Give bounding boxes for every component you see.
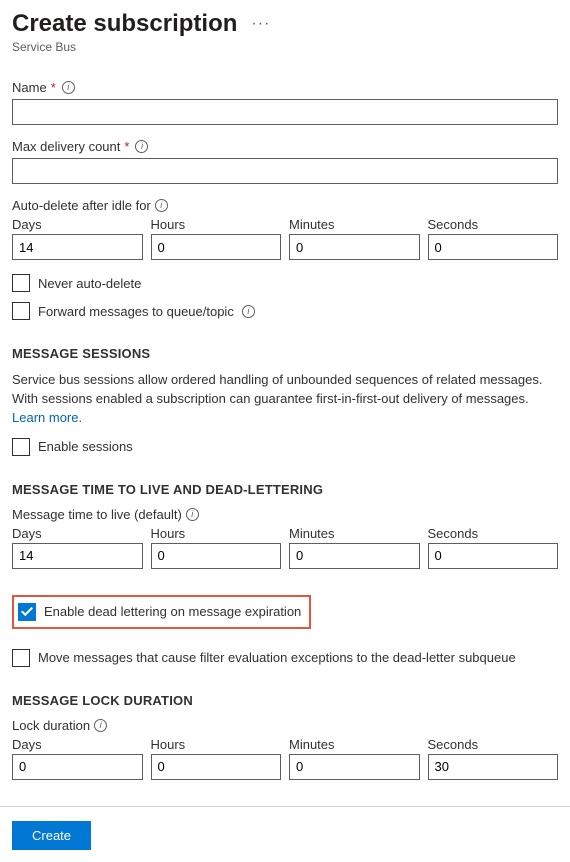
seconds-label: Seconds — [428, 737, 559, 752]
ttl-seconds-input[interactable] — [428, 543, 559, 569]
create-button[interactable]: Create — [12, 821, 91, 850]
never-auto-delete-label: Never auto-delete — [38, 276, 141, 291]
enable-sessions-checkbox[interactable] — [12, 438, 30, 456]
enable-dead-lettering-label: Enable dead lettering on message expirat… — [44, 604, 301, 619]
ttl-hours-input[interactable] — [151, 543, 282, 569]
move-exceptions-checkbox[interactable] — [12, 649, 30, 667]
lock-days-input[interactable] — [12, 754, 143, 780]
info-icon[interactable]: i — [186, 508, 199, 521]
ttl-minutes-input[interactable] — [289, 543, 420, 569]
minutes-label: Minutes — [289, 526, 420, 541]
info-icon[interactable]: i — [135, 140, 148, 153]
days-label: Days — [12, 737, 143, 752]
lock-duration-label: Lock duration — [12, 718, 90, 733]
ttl-days-input[interactable] — [12, 543, 143, 569]
name-input[interactable] — [12, 99, 558, 125]
info-icon[interactable]: i — [62, 81, 75, 94]
info-icon[interactable]: i — [94, 719, 107, 732]
enable-dead-lettering-checkbox[interactable] — [18, 603, 36, 621]
days-label: Days — [12, 217, 143, 232]
ttl-header: MESSAGE TIME TO LIVE AND DEAD-LETTERING — [12, 482, 558, 497]
lock-hours-input[interactable] — [151, 754, 282, 780]
auto-delete-days-input[interactable] — [12, 234, 143, 260]
hours-label: Hours — [151, 526, 282, 541]
sessions-header: MESSAGE SESSIONS — [12, 346, 558, 361]
minutes-label: Minutes — [289, 737, 420, 752]
hours-label: Hours — [151, 737, 282, 752]
lock-seconds-input[interactable] — [428, 754, 559, 780]
footer-divider — [0, 806, 570, 807]
seconds-label: Seconds — [428, 217, 559, 232]
enable-sessions-label: Enable sessions — [38, 439, 133, 454]
minutes-label: Minutes — [289, 217, 420, 232]
seconds-label: Seconds — [428, 526, 559, 541]
auto-delete-minutes-input[interactable] — [289, 234, 420, 260]
never-auto-delete-checkbox[interactable] — [12, 274, 30, 292]
ttl-label: Message time to live (default) — [12, 507, 182, 522]
more-icon[interactable]: ··· — [251, 15, 270, 33]
highlighted-option: Enable dead lettering on message expirat… — [12, 595, 311, 629]
learn-more-link[interactable]: Learn more. — [12, 410, 82, 425]
lock-minutes-input[interactable] — [289, 754, 420, 780]
forward-messages-label: Forward messages to queue/topic — [38, 304, 234, 319]
days-label: Days — [12, 526, 143, 541]
resource-type: Service Bus — [12, 40, 558, 54]
name-label: Name — [12, 80, 47, 95]
sessions-description: Service bus sessions allow ordered handl… — [12, 371, 558, 428]
max-delivery-input[interactable] — [12, 158, 558, 184]
auto-delete-seconds-input[interactable] — [428, 234, 559, 260]
max-delivery-label: Max delivery count — [12, 139, 120, 154]
move-exceptions-label: Move messages that cause filter evaluati… — [38, 650, 516, 665]
auto-delete-label: Auto-delete after idle for — [12, 198, 151, 213]
auto-delete-hours-input[interactable] — [151, 234, 282, 260]
lock-header: MESSAGE LOCK DURATION — [12, 693, 558, 708]
info-icon[interactable]: i — [242, 305, 255, 318]
required-indicator: * — [51, 80, 56, 95]
page-title: Create subscription — [12, 10, 237, 38]
info-icon[interactable]: i — [155, 199, 168, 212]
required-indicator: * — [124, 139, 129, 154]
forward-messages-checkbox[interactable] — [12, 302, 30, 320]
hours-label: Hours — [151, 217, 282, 232]
